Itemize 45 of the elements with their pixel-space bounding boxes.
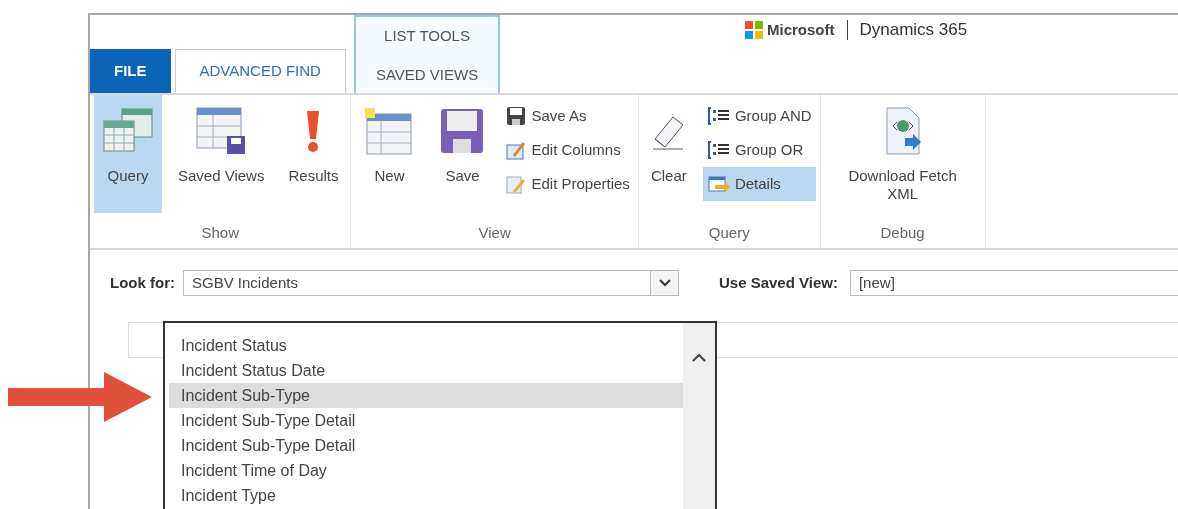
ribbon-button[interactable]: New <box>355 95 424 213</box>
ribbon-button[interactable]: Group AND <box>702 99 816 133</box>
ribbon-button[interactable]: Save As <box>501 99 634 133</box>
logo-icon <box>745 20 763 39</box>
ribbon-tab[interactable]: ADVANCED FIND <box>174 49 346 93</box>
edit-page-icon <box>505 173 528 195</box>
ribbon-button[interactable]: Download Fetch XML <box>824 95 981 213</box>
field-option[interactable]: Incident Type <box>169 483 683 508</box>
field-option[interactable]: Incident Time of Day <box>169 458 683 483</box>
entity-dropdown[interactable]: SGBV Incidents <box>183 270 679 296</box>
group-label: Debug <box>879 222 926 243</box>
field-option[interactable]: Incident Status Date <box>169 358 683 383</box>
field-option[interactable]: Incident Status <box>169 333 683 358</box>
group-label: View <box>477 222 512 243</box>
list-bracket-icon <box>706 106 731 126</box>
field-option[interactable]: Incident Sub-Type Detail <box>169 433 683 458</box>
ribbon-button[interactable]: Group OR <box>702 133 816 167</box>
product-name: Dynamics 365 <box>859 19 968 41</box>
group-label: Query <box>707 222 751 243</box>
ribbon-tab[interactable]: SAVED VIEWS <box>355 57 499 93</box>
group-label: Show <box>200 222 240 243</box>
ribbon-button[interactable]: Details <box>702 167 816 201</box>
ribbon-button[interactable]: Saved Views <box>170 95 273 213</box>
list-bracket-icon <box>706 140 731 160</box>
table-save-icon <box>195 106 248 156</box>
field-label: Look for: <box>110 272 175 293</box>
ribbon-button[interactable]: Edit Columns <box>501 133 634 167</box>
scroll-up-icon <box>691 353 707 363</box>
ribbon-button[interactable]: Edit Properties <box>501 167 634 201</box>
ribbon-button[interactable]: Clear <box>642 95 695 213</box>
contextual-group-label: LIST TOOLS <box>383 26 471 46</box>
ribbon-tab[interactable]: FILE <box>90 49 171 93</box>
ribbon-button[interactable]: Results <box>280 95 347 213</box>
chevron-down-icon <box>657 278 672 288</box>
ribbon-button[interactable]: Save <box>431 95 494 213</box>
field-option[interactable]: Incident Sub-Type <box>169 383 683 408</box>
field-list[interactable]: Incident Status Incident Status Date Incident Sub-Type Incident Sub-Type Detail Incident Sub-Type Detail Incident Time of Day Incident Type <box>163 321 717 509</box>
field-label: Use Saved View: <box>719 272 838 293</box>
saved-view-field[interactable]: [new] <box>849 270 1178 296</box>
window-arrow-icon <box>706 174 731 194</box>
tables-icon <box>102 107 154 155</box>
field-option[interactable]: Incident Sub-Type Detail <box>169 408 683 433</box>
brand-name: Microsoft <box>767 19 835 40</box>
edit-table-icon <box>505 139 528 161</box>
ribbon-button[interactable]: Query <box>94 95 162 213</box>
